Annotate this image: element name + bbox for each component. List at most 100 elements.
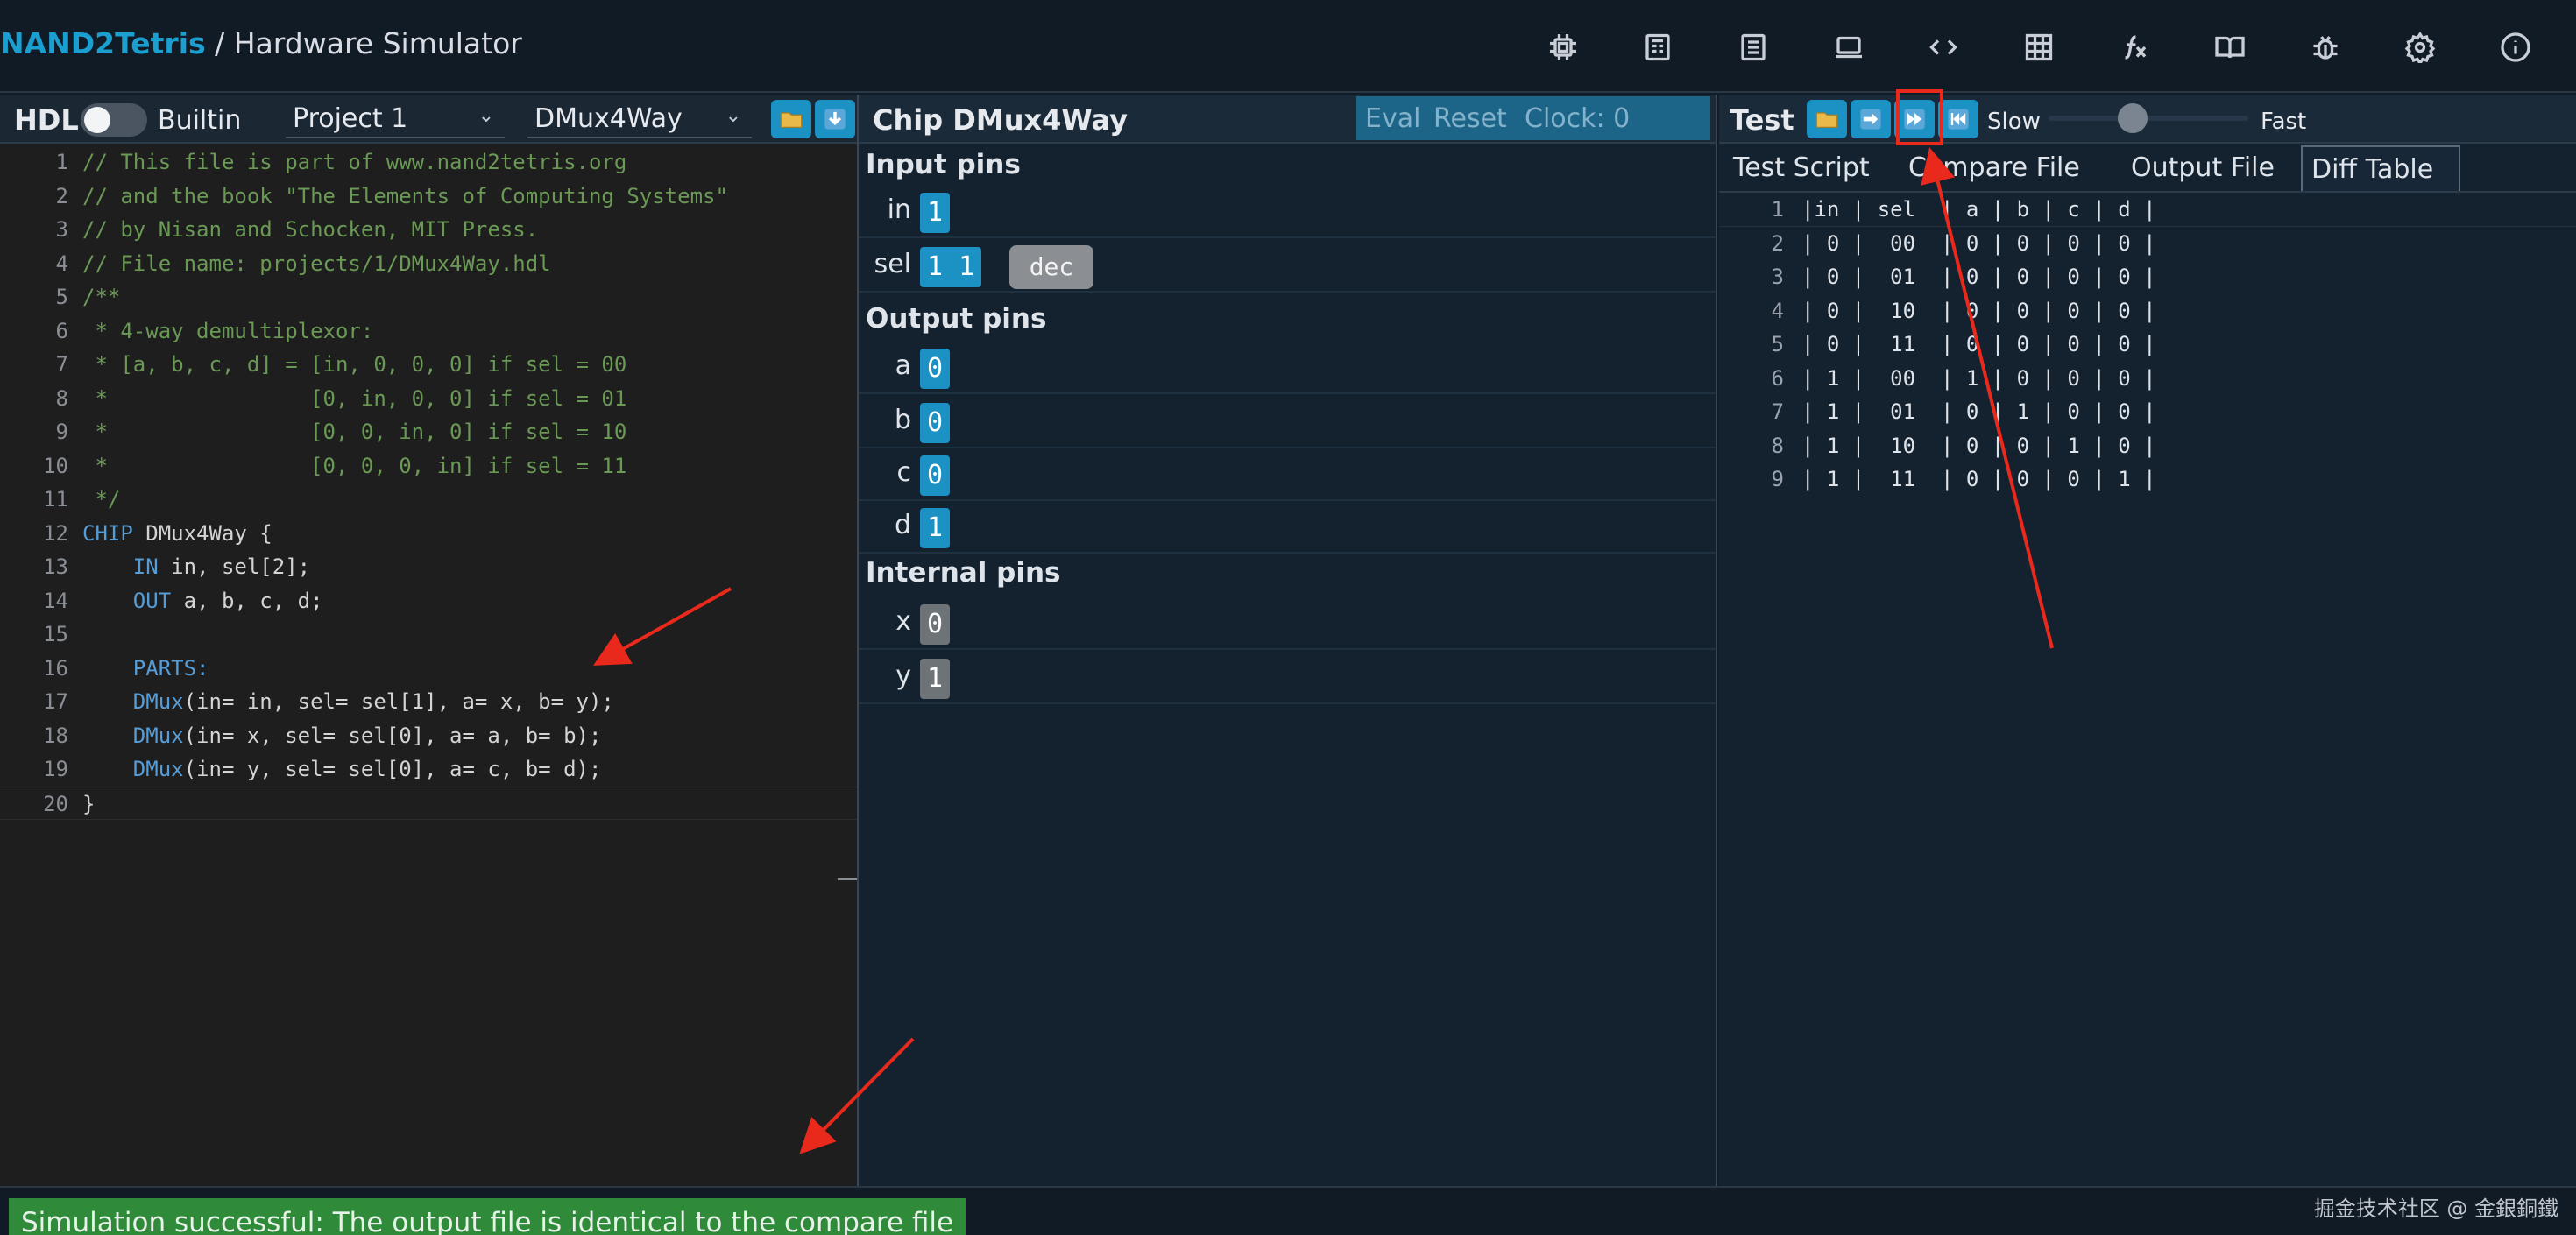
pin-value-in[interactable]: 1 [920,193,951,233]
open-test-button[interactable] [1807,100,1847,138]
code-text: DMux(in= x, sel= sel[0], a= a, b= b); [132,723,602,748]
speed-slider-thumb[interactable] [2117,103,2148,133]
run-button[interactable] [1894,100,1935,138]
test-panel: Test Slow Fast Test Script Compare File … [1719,95,2576,1186]
code-text: DMux(in= in, sel= sel[1], a= x, b= y); [132,689,614,714]
hdl-title: HDL [14,103,79,137]
brand-name[interactable]: NAND2Tetris [0,26,206,60]
eval-button[interactable]: Eval [1365,103,1420,134]
open-file-button[interactable] [771,100,811,138]
line-number: 6 [1771,365,1784,391]
code-text: OUT a, b, c, d; [132,588,323,613]
speed-slider[interactable] [2049,116,2248,121]
pin-value-x: 0 [920,604,951,645]
pin-name: y [895,660,911,691]
diff-row: 2 | 0 | 00 | 0 | 0 | 0 | 0 | [1719,227,2576,261]
pin-name: b [894,405,911,435]
speed-fast-label: Fast [2261,109,2307,135]
chevron-down-icon: ⌄ [478,105,494,127]
hdl-code-editor[interactable]: 1 // This file is part of www.nand2tetris… [0,145,857,820]
tab-compare-file[interactable]: Compare File [1900,145,2089,191]
diff-row: 6 | 1 | 00 | 1 | 0 | 0 | 0 | [1719,362,2576,396]
code-text: * [0, in, 0, 0] if sel = 01 [82,385,627,411]
laptop-icon[interactable] [1828,26,1870,68]
line-number: 7 [1771,399,1784,424]
line-number: 19 [43,757,68,781]
code-text: * [0, 0, in, 0] if sel = 10 [82,420,627,444]
pin-row-a: a 0 [859,342,1716,394]
line-number: 7 [55,352,68,377]
list-icon[interactable] [1732,26,1774,68]
function-icon[interactable] [2113,26,2155,68]
line-number: 11 [43,487,68,512]
code-line: 7 * [a, b, c, d] = [in, 0, 0, 0] if sel … [0,348,857,382]
diff-table: 1 |in | sel | a | b | c | d | 2 | 0 | 00 | … [1719,193,2576,497]
input-pins-title: Input pins [866,149,1021,180]
line-number: 3 [55,217,68,242]
code-line: 6 * 4-way demultiplexor: [0,314,857,349]
builtin-toggle[interactable] [81,103,147,137]
pin-name: a [895,350,911,381]
code-icon[interactable] [1922,26,1964,68]
reset-button[interactable]: Reset [1433,103,1507,134]
pin-row-y: y 1 [859,652,1716,704]
line-number: 10 [43,453,68,478]
line-number: 20 [43,791,68,816]
code-line: 8 * [0, in, 0, 0] if sel = 01 [0,382,857,416]
chip-icon[interactable] [1542,26,1584,68]
line-number: 17 [43,689,68,714]
pin-name: x [895,606,911,637]
line-number: 3 [1771,265,1784,289]
code-line: 17 DMux(in= in, sel= sel[1], a= x, b= y)… [0,685,857,719]
code-line: 16 PARTS: [0,652,857,686]
bug-icon[interactable] [2304,26,2346,68]
book-icon[interactable] [2209,26,2251,68]
step-icon [1860,109,1881,130]
chip-select-value: DMux4Way [534,103,683,134]
project-select[interactable]: Project 1 ⌄ [286,100,505,138]
line-number: 1 [1771,197,1784,222]
editor-scroll-marker[interactable] [838,878,857,880]
chip-actions: Eval Reset Clock: 0 [1356,96,1710,140]
code-text: } [82,791,96,816]
builtin-label: Builtin [158,105,242,136]
settings-icon[interactable] [2399,26,2441,68]
code-text: PARTS: [132,655,209,681]
line-number: 13 [43,554,68,579]
status-message: Simulation successful: The output file i… [9,1198,966,1235]
hdl-panel-header: HDL Builtin Project 1 ⌄ DMux4Way ⌄ [0,95,857,144]
tab-output-file[interactable]: Output File [2122,145,2283,191]
step-button[interactable] [1851,100,1891,138]
line-number: 14 [43,588,68,613]
code-line: 12 CHIP DMux4Way { [0,517,857,551]
line-number: 18 [43,723,68,748]
line-number: 15 [43,622,68,646]
grid-icon[interactable] [2018,26,2060,68]
cpu-icon[interactable] [1637,26,1679,68]
chip-select[interactable]: DMux4Way ⌄ [527,100,752,138]
diff-text: |in | sel | a | b | c | d | [1801,197,2156,222]
pin-value-sel[interactable]: 1 1 [920,247,982,287]
pin-name: sel [874,249,911,279]
test-title: Test [1730,103,1794,137]
line-number: 6 [55,318,68,343]
line-number: 8 [55,385,68,411]
diff-row: 3 | 0 | 01 | 0 | 0 | 0 | 0 | [1719,260,2576,294]
line-number: 8 [1771,433,1784,458]
pin-name: c [896,457,912,488]
format-dec-button[interactable]: dec [1009,245,1093,289]
line-number: 2 [55,183,68,208]
code-text: // by Nisan and Schocken, MIT Press. [82,217,539,242]
diff-text: | 0 | 00 | 0 | 0 | 0 | 0 | [1801,230,2156,256]
rewind-button[interactable] [1938,100,1978,138]
tab-test-script[interactable]: Test Script [1724,145,1879,191]
download-button[interactable] [815,100,855,138]
line-number: 16 [43,655,68,681]
code-text: // and the book "The Elements of Computi… [82,183,728,208]
title-separator: / [205,26,234,60]
info-icon[interactable] [2495,26,2537,68]
diff-text: | 1 | 10 | 0 | 0 | 1 | 0 | [1801,433,2156,458]
tab-diff-table[interactable]: Diff Table [2301,145,2460,191]
code-text: IN in, sel[2]; [132,554,311,579]
pin-row-d: d 1 [859,501,1716,554]
